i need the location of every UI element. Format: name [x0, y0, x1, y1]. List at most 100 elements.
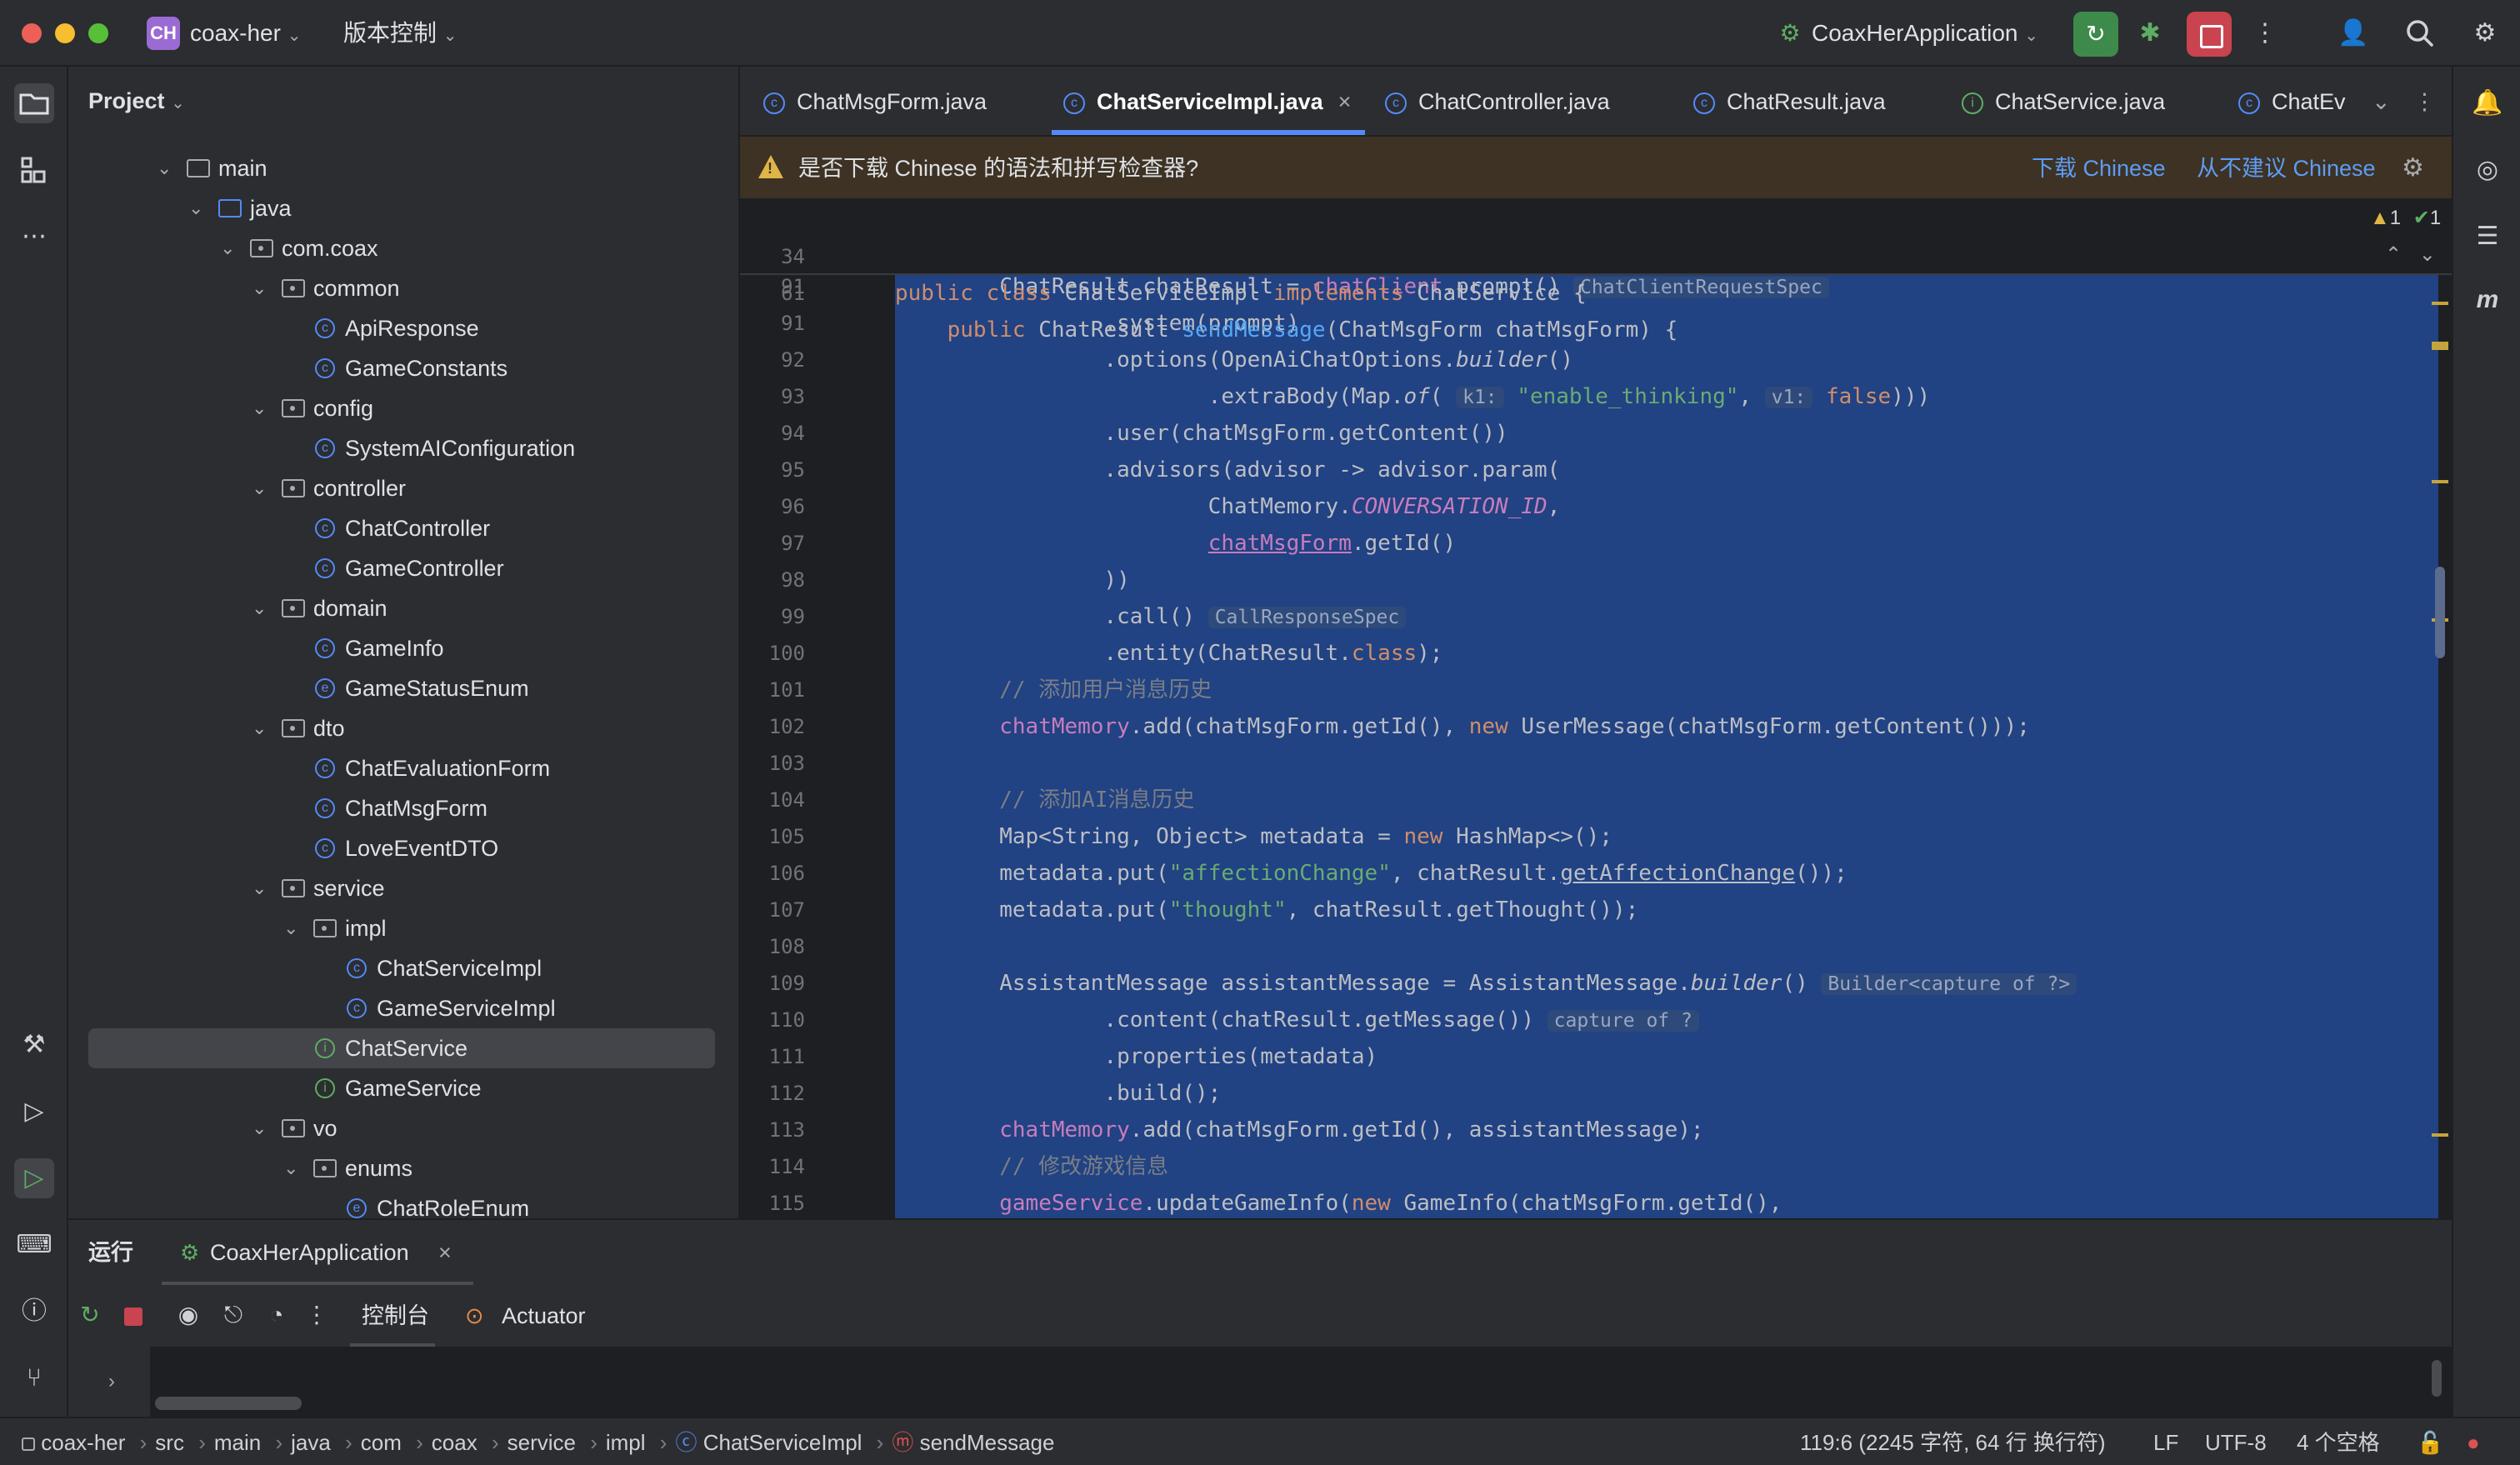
tree-item-vo[interactable]: ⌄ vo	[68, 1108, 735, 1148]
tree-item-domain[interactable]: ⌄ domain	[68, 588, 735, 628]
indent-setting[interactable]: 4 个空格	[2297, 1418, 2380, 1465]
unlock-icon[interactable]: 🔓	[2417, 1418, 2443, 1465]
tree-item-chatserviceimpl[interactable]: c ChatServiceImpl	[68, 948, 735, 988]
download-chinese-link[interactable]: 下载 Chinese	[2032, 137, 2166, 200]
structure-tool-button[interactable]	[14, 150, 54, 190]
breadcrumb-item[interactable]: sendMessage	[920, 1430, 1055, 1455]
maven-button[interactable]: m	[2468, 280, 2508, 320]
tree-item-service[interactable]: ⌄ service	[68, 868, 735, 908]
code-line[interactable]: 105 Map<String, Object> metadata = new H…	[740, 818, 2452, 855]
code-line[interactable]: 93 .extraBody(Map.of( k1: "enable_thinki…	[740, 378, 2452, 415]
tree-item-chatevaluationform[interactable]: c ChatEvaluationForm	[68, 748, 735, 788]
project-badge[interactable]: CH	[147, 17, 180, 50]
run-tool-button[interactable]: ▷	[14, 1158, 54, 1198]
rerun-button[interactable]: ↻	[2073, 12, 2118, 57]
tree-item-chatservice[interactable]: i ChatService	[88, 1028, 715, 1068]
code-line[interactable]: 110 .content(chatResult.getMessage()) ca…	[740, 1002, 2452, 1038]
breadcrumb-item[interactable]: impl	[606, 1430, 646, 1455]
tree-item-main[interactable]: ⌄ main	[68, 148, 735, 188]
breadcrumb-item[interactable]: coax-her	[41, 1430, 125, 1455]
chevron-up-icon[interactable]: ⌃	[2385, 243, 2402, 266]
tree-item-impl[interactable]: ⌄ impl	[68, 908, 735, 948]
code-line[interactable]: 115 gameService.updateGameInfo(new GameI…	[740, 1185, 2452, 1218]
tree-item-systemaiconfiguration[interactable]: c SystemAIConfiguration	[68, 428, 735, 468]
zoom-window-button[interactable]	[88, 23, 108, 43]
breadcrumb-item[interactable]: java	[291, 1430, 331, 1455]
tab-list-dropdown[interactable]: ⌄	[2372, 67, 2391, 137]
console-output[interactable]: ›	[108, 1347, 2452, 1418]
tab-chatmsgform[interactable]: c ChatMsgForm.java	[763, 67, 987, 137]
exit-icon[interactable]: ⎋	[215, 1297, 252, 1333]
breadcrumb-item[interactable]: coax	[432, 1430, 478, 1455]
code-line[interactable]: 96 ChatMemory.CONVERSATION_ID,	[740, 488, 2452, 525]
tab-more-button[interactable]: ⋮	[2413, 67, 2436, 137]
scroll-marker[interactable]	[2432, 342, 2448, 350]
code-line[interactable]: 109 AssistantMessage assistantMessage = …	[740, 965, 2452, 1002]
stop-button[interactable]	[2187, 12, 2232, 57]
code-line[interactable]: 103	[740, 745, 2452, 782]
line-separator[interactable]: LF	[2153, 1418, 2178, 1465]
git-tool-button[interactable]: ⑂	[14, 1358, 54, 1398]
tab-chatresult[interactable]: c ChatResult.java	[1693, 67, 1886, 137]
tree-item-dto[interactable]: ⌄ dto	[68, 708, 735, 748]
project-view-dropdown[interactable]: Project ⌄	[88, 67, 185, 135]
tree-item-chatmsgform[interactable]: c ChatMsgForm	[68, 788, 735, 828]
tree-item-com-coax[interactable]: ⌄ com.coax	[68, 228, 735, 268]
tree-item-gamecontroller[interactable]: c GameController	[68, 548, 735, 588]
tree-item-chatroleenum[interactable]: e ChatRoleEnum	[68, 1188, 735, 1218]
services-tool-button[interactable]: ▷	[14, 1092, 54, 1132]
breadcrumb-item[interactable]: src	[155, 1430, 184, 1455]
code-line[interactable]: 98 ))	[740, 562, 2452, 598]
debug-button[interactable]: ✱	[2132, 15, 2168, 52]
code-line[interactable]: 97 chatMsgForm.getId()	[740, 525, 2452, 562]
close-tab-icon[interactable]: ×	[1338, 89, 1352, 114]
sticky-line[interactable]: 61 public ChatResult sendMessage(ChatMsg…	[740, 238, 2452, 342]
code-editor[interactable]: 34 public class ChatServiceImpl implemen…	[740, 200, 2452, 1218]
code-line[interactable]: 100 .entity(ChatResult.class);	[740, 635, 2452, 672]
never-suggest-chinese-link[interactable]: 从不建议 Chinese	[2197, 137, 2376, 200]
tree-item-controller[interactable]: ⌄ controller	[68, 468, 735, 508]
search-everywhere-button[interactable]	[2402, 15, 2438, 52]
code-line[interactable]: 112 .build();	[740, 1075, 2452, 1112]
editor-scrollbar[interactable]	[2435, 567, 2445, 658]
build-tool-button[interactable]: ⚒	[14, 1025, 54, 1065]
caret-position[interactable]: 119:6 (2245 字符, 64 行 换行符)	[1800, 1418, 2106, 1465]
close-run-tab-icon[interactable]: ×	[438, 1220, 452, 1285]
stop-icon[interactable]	[115, 1297, 152, 1333]
tree-item-gameservice[interactable]: i GameService	[68, 1068, 735, 1108]
close-window-button[interactable]	[22, 23, 42, 43]
run-config-tab[interactable]: CoaxHerApplication	[210, 1220, 409, 1285]
code-line[interactable]: 95 .advisors(advisor -> advisor.param(	[740, 452, 2452, 488]
file-encoding[interactable]: UTF-8	[2205, 1418, 2267, 1465]
scroll-marker[interactable]	[2432, 302, 2448, 305]
tab-chatserviceimpl[interactable]: c ChatServiceImpl.java ×	[1063, 67, 1351, 137]
code-line[interactable]: 94 .user(chatMsgForm.getContent())	[740, 415, 2452, 452]
sticky-line[interactable]: 34 public class ChatServiceImpl implemen…	[740, 202, 2452, 306]
tab-chatcontroller[interactable]: c ChatController.java	[1385, 67, 1610, 137]
code-line[interactable]: 108	[740, 928, 2452, 965]
project-name-dropdown[interactable]: coax-her ⌄	[190, 0, 301, 67]
code-line[interactable]: 104 // 添加AI消息历史	[740, 782, 2452, 818]
code-line[interactable]: 106 metadata.put("affectionChange", chat…	[740, 855, 2452, 892]
chevron-down-icon[interactable]: ⌄	[2419, 243, 2436, 266]
code-line[interactable]: 101 // 添加用户消息历史	[740, 672, 2452, 708]
code-line[interactable]: 102 chatMemory.add(chatMsgForm.getId(), …	[740, 708, 2452, 745]
project-tool-button[interactable]	[14, 83, 54, 123]
camera-icon[interactable]: ◉	[170, 1297, 207, 1333]
tab-chateval[interactable]: c ChatEv	[2238, 67, 2346, 137]
tab-chatservice[interactable]: i ChatService.java	[1962, 67, 2165, 137]
scroll-marker[interactable]	[2432, 480, 2448, 483]
tree-item-gameserviceimpl[interactable]: c GameServiceImpl	[68, 988, 735, 1028]
account-button[interactable]: 👤	[2335, 15, 2372, 52]
vcs-dropdown[interactable]: 版本控制 ⌄	[343, 0, 458, 67]
breadcrumb-item[interactable]: com	[361, 1430, 402, 1455]
code-line[interactable]: 99 .call() CallResponseSpec	[740, 598, 2452, 635]
settings-button[interactable]: ⚙	[2467, 15, 2503, 52]
minimize-window-button[interactable]	[55, 23, 75, 43]
tree-item-gameconstants[interactable]: c GameConstants	[68, 348, 735, 388]
more-tools-button[interactable]: ⋯	[14, 217, 54, 257]
console-hscrollbar[interactable]	[155, 1397, 302, 1410]
chevron-right-icon[interactable]: ›	[108, 1370, 115, 1393]
breadcrumb-item[interactable]: ChatServiceImpl	[703, 1430, 862, 1455]
code-line[interactable]: 111 .properties(metadata)	[740, 1038, 2452, 1075]
